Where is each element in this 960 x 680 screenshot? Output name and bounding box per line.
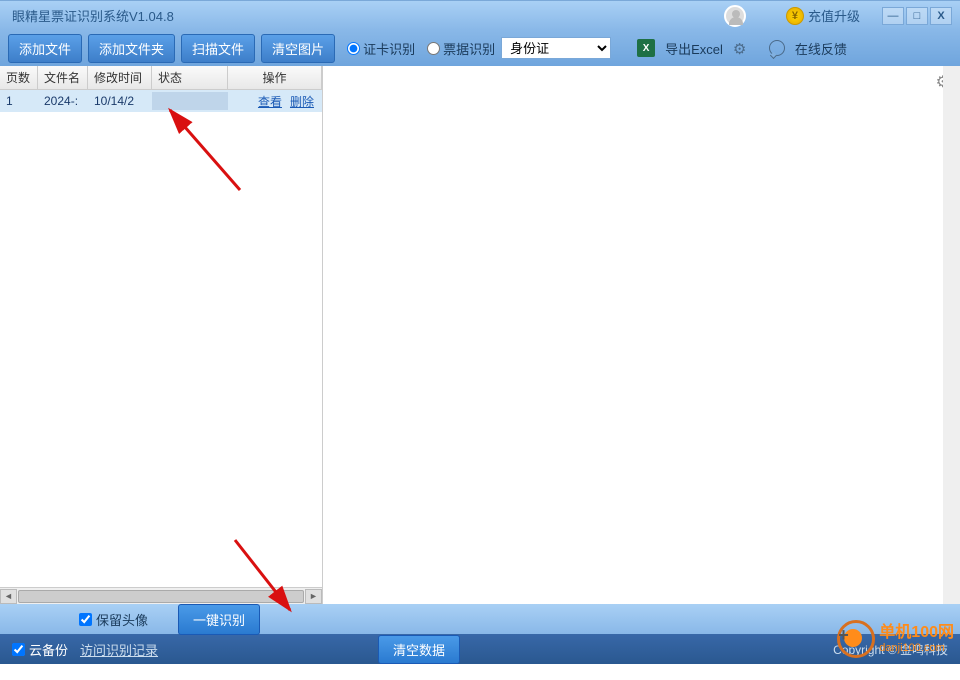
col-filename: 文件名: [38, 66, 88, 89]
close-button[interactable]: X: [930, 7, 952, 25]
history-link[interactable]: 访问识别记录: [80, 640, 158, 659]
scan-file-button[interactable]: 扫描文件: [181, 34, 255, 63]
maximize-button[interactable]: □: [906, 7, 928, 25]
action-bar: 保留头像 一键识别: [0, 604, 960, 634]
view-link[interactable]: 查看: [258, 93, 282, 110]
export-excel-link[interactable]: 导出Excel: [665, 39, 723, 58]
table-header: 页数 文件名 修改时间 状态 操作: [0, 66, 322, 90]
watermark-en: danji100.com: [879, 642, 954, 654]
add-folder-button[interactable]: 添加文件夹: [88, 34, 175, 63]
toolbar: 添加文件 添加文件夹 扫描文件 清空图片 证卡识别 票据识别 身份证 X 导出E…: [0, 30, 960, 66]
avatar-icon[interactable]: [724, 5, 746, 27]
scroll-thumb[interactable]: [18, 590, 304, 603]
clear-data-button[interactable]: 清空数据: [378, 635, 460, 664]
excel-icon: X: [637, 39, 655, 57]
col-ops: 操作: [228, 66, 322, 89]
recharge-link[interactable]: 充值升级: [808, 6, 860, 25]
delete-link[interactable]: 删除: [290, 93, 314, 110]
app-title: 眼精星票证识别系统V1.04.8: [12, 6, 174, 25]
feedback-link[interactable]: 在线反馈: [795, 39, 847, 58]
cell-pages: 1: [0, 92, 38, 110]
minimize-button[interactable]: —: [882, 7, 904, 25]
content-area: 页数 文件名 修改时间 状态 操作 1 2024-: 10/14/2 查看 删除: [0, 66, 960, 604]
col-status: 状态: [152, 66, 228, 89]
status-bar: 云备份 访问识别记录 清空数据 Copyright © 金鸣科技: [0, 634, 960, 664]
add-file-button[interactable]: 添加文件: [8, 34, 82, 63]
gear-icon[interactable]: ⚙: [733, 40, 749, 56]
col-mtime: 修改时间: [88, 66, 152, 89]
vertical-scrollbar[interactable]: [943, 66, 960, 604]
keep-avatar-checkbox[interactable]: 保留头像: [79, 610, 148, 629]
table-row[interactable]: 1 2024-: 10/14/2 查看 删除: [0, 90, 322, 112]
scroll-right-icon[interactable]: ►: [305, 589, 322, 604]
chat-icon: [769, 40, 785, 56]
watermark-cn: 单机100网: [879, 624, 954, 642]
cell-filename: 2024-:: [38, 92, 88, 110]
doc-type-select[interactable]: 身份证: [501, 37, 611, 59]
watermark: 单机100网 danji100.com: [837, 620, 954, 658]
recognize-button[interactable]: 一键识别: [178, 604, 260, 635]
horizontal-scrollbar[interactable]: ◄ ►: [0, 587, 322, 604]
file-list-panel: 页数 文件名 修改时间 状态 操作 1 2024-: 10/14/2 查看 删除: [0, 66, 323, 604]
scroll-left-icon[interactable]: ◄: [0, 589, 17, 604]
preview-panel: ⚙: [323, 66, 960, 604]
cell-mtime: 10/14/2: [88, 92, 152, 110]
titlebar: 眼精星票证识别系统V1.04.8 ¥ 充值升级 — □ X: [0, 0, 960, 30]
coin-icon: ¥: [786, 7, 804, 25]
receipt-radio[interactable]: 票据识别: [427, 39, 495, 58]
col-pages: 页数: [0, 66, 38, 89]
cell-status: [152, 92, 228, 110]
cert-radio[interactable]: 证卡识别: [347, 39, 415, 58]
clear-images-button[interactable]: 清空图片: [261, 34, 335, 63]
watermark-logo-icon: [837, 620, 875, 658]
cloud-backup-checkbox[interactable]: 云备份: [12, 640, 68, 659]
